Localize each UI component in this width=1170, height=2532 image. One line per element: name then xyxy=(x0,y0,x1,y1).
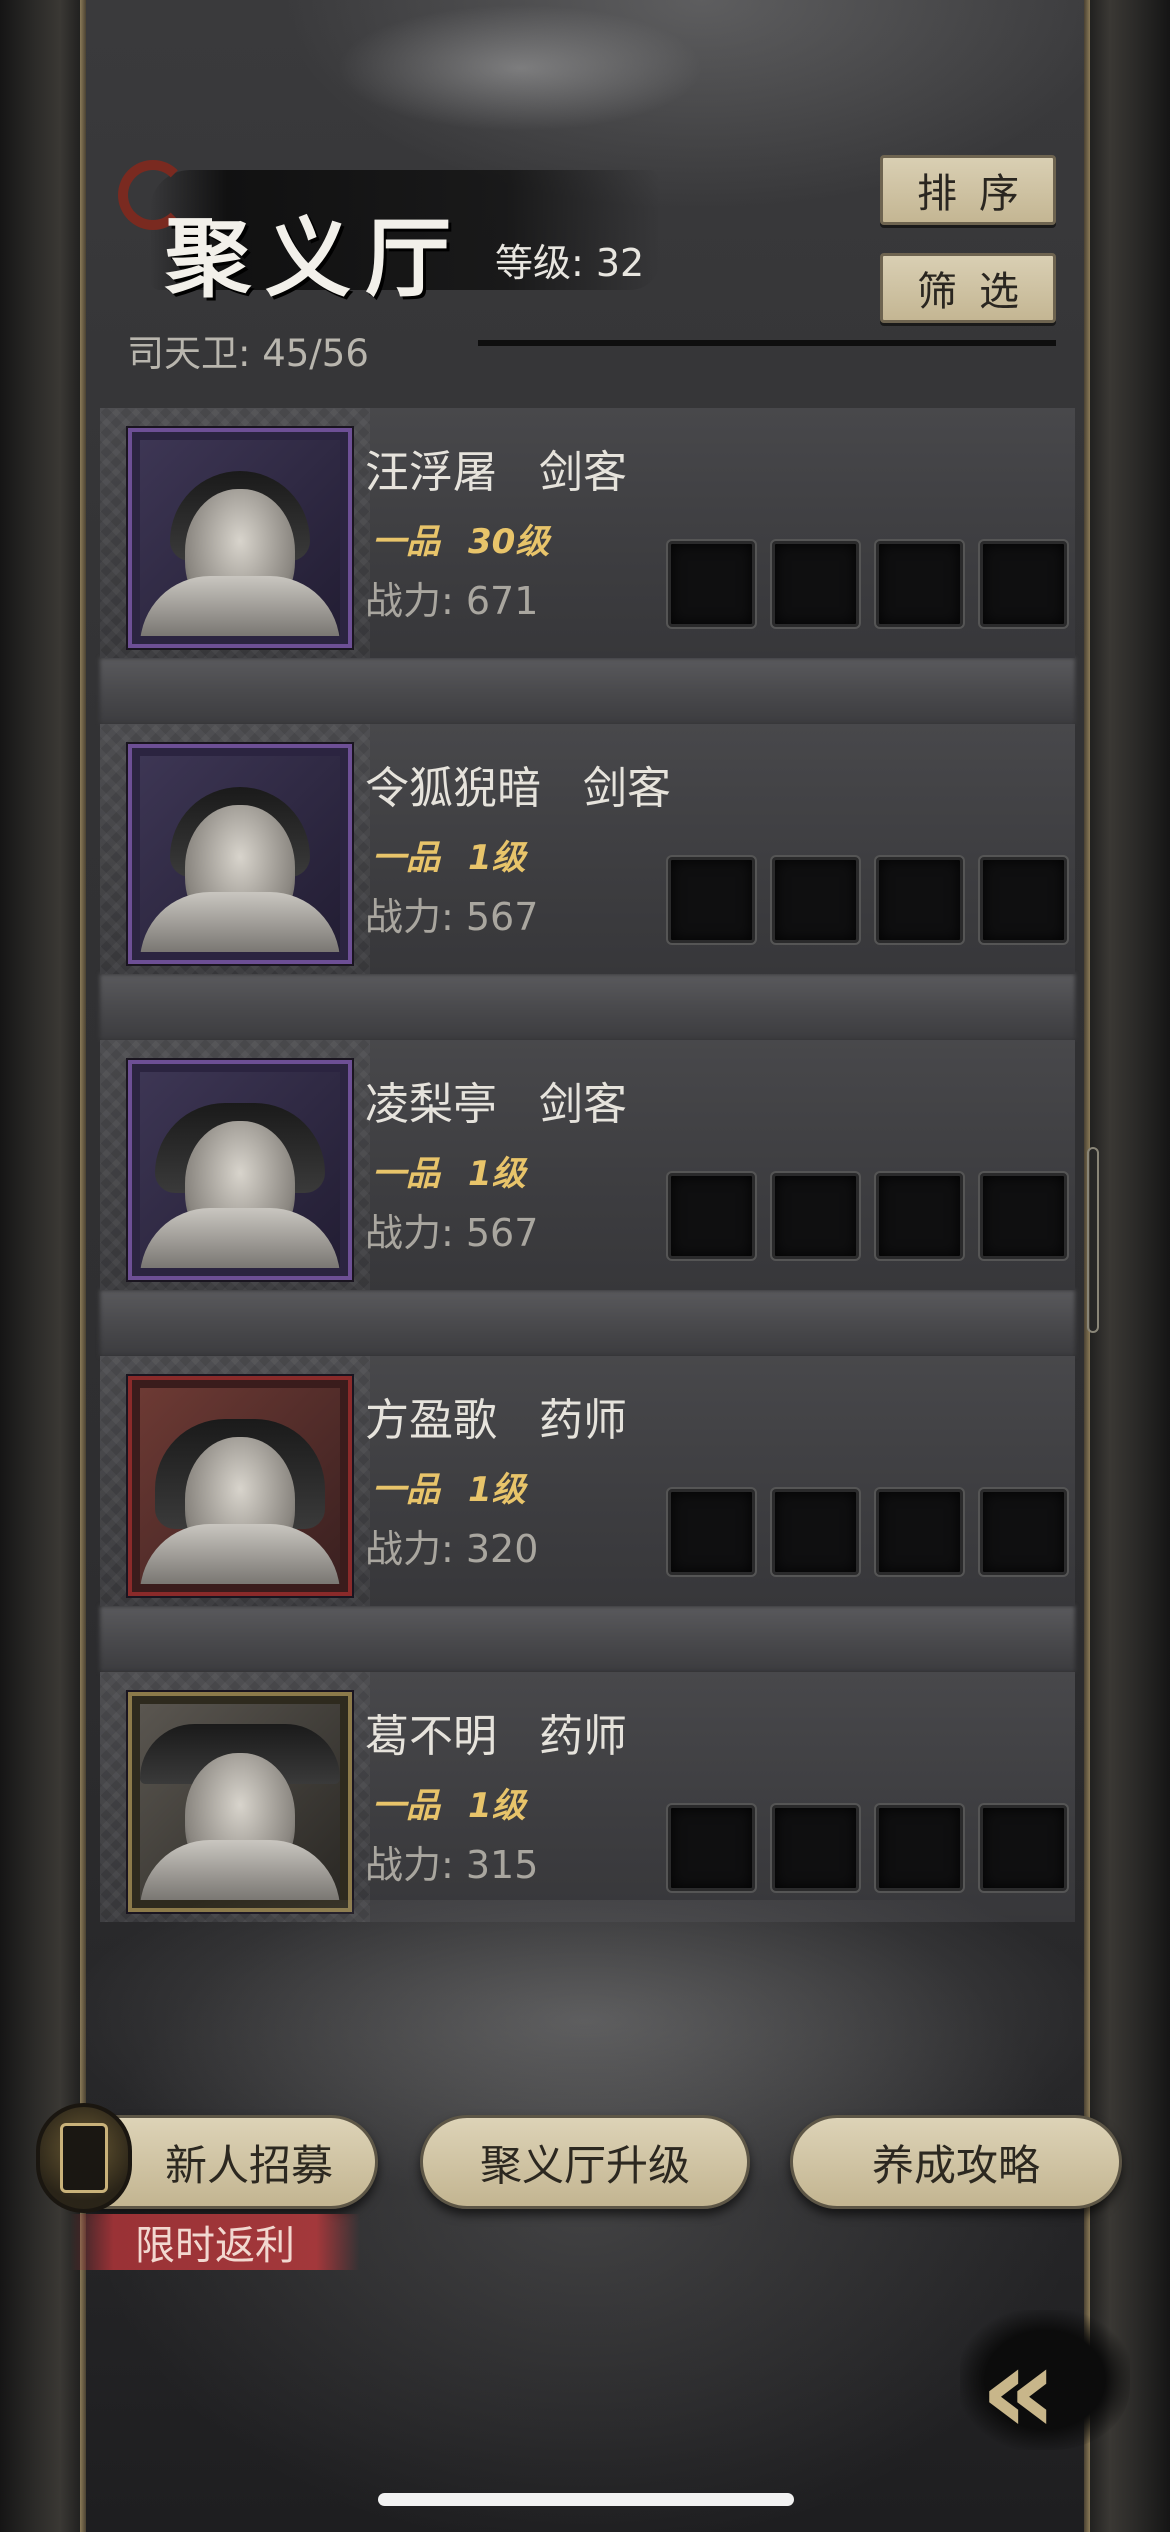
hero-card[interactable]: 令狐猊暗 剑客 一品 1级 战力: 567 xyxy=(100,724,1075,974)
equipment-slots xyxy=(668,1805,1067,1891)
roster-count: 司天卫: 45/56 xyxy=(127,332,369,375)
hero-name: 令狐猊暗 剑客 xyxy=(365,763,671,814)
equipment-slot[interactable] xyxy=(980,1489,1067,1575)
equipment-slots xyxy=(668,1173,1067,1259)
equipment-slot[interactable] xyxy=(980,857,1067,943)
hero-name: 葛不明 药师 xyxy=(365,1711,627,1762)
hero-rank: 一品 1级 xyxy=(372,1470,526,1510)
equipment-slot[interactable] xyxy=(668,857,755,943)
hero-portrait[interactable] xyxy=(128,744,352,964)
equipment-slot[interactable] xyxy=(668,541,755,627)
equipment-slot[interactable] xyxy=(772,1489,859,1575)
hero-power: 战力: 320 xyxy=(365,1527,539,1571)
equipment-slot[interactable] xyxy=(876,1489,963,1575)
back-button[interactable]: « xyxy=(950,2300,1130,2461)
equipment-slot[interactable] xyxy=(980,541,1067,627)
hero-portrait[interactable] xyxy=(128,1376,352,1596)
card-separator xyxy=(100,1290,1075,1356)
equipment-slot[interactable] xyxy=(876,1173,963,1259)
equipment-slot[interactable] xyxy=(980,1805,1067,1891)
header-divider xyxy=(478,340,1056,346)
hero-rank: 一品 1级 xyxy=(372,838,526,878)
card-separator xyxy=(100,658,1075,724)
hero-rank: 一品 1级 xyxy=(372,1786,526,1826)
hero-portrait[interactable] xyxy=(128,1060,352,1280)
list-scrollbar[interactable] xyxy=(1087,1147,1099,1333)
sort-button[interactable]: 排序 xyxy=(880,155,1056,225)
token-plaque-icon[interactable] xyxy=(36,2103,132,2213)
equipment-slot[interactable] xyxy=(772,857,859,943)
training-guide-button[interactable]: 养成攻略 xyxy=(790,2115,1122,2209)
equipment-slot[interactable] xyxy=(772,1173,859,1259)
crane-ink-art xyxy=(240,0,800,170)
card-separator xyxy=(100,974,1075,1040)
hero-power: 战力: 567 xyxy=(365,1211,539,1255)
equipment-slot[interactable] xyxy=(668,1173,755,1259)
hero-portrait[interactable] xyxy=(128,1692,352,1912)
equipment-slot[interactable] xyxy=(668,1805,755,1891)
home-indicator[interactable] xyxy=(378,2493,794,2506)
hero-card[interactable]: 汪浮屠 剑客 一品 30级 战力: 671 xyxy=(100,408,1075,658)
hero-card[interactable]: 凌梨亭 剑客 一品 1级 战力: 567 xyxy=(100,1040,1075,1290)
equipment-slot[interactable] xyxy=(876,1805,963,1891)
hero-name: 凌梨亭 剑客 xyxy=(365,1079,627,1130)
double-chevron-left-icon: « xyxy=(980,2322,1058,2461)
hero-card[interactable]: 葛不明 药师 一品 1级 战力: 315 xyxy=(100,1672,1075,1922)
equipment-slot[interactable] xyxy=(668,1489,755,1575)
card-separator xyxy=(100,1606,1075,1672)
equipment-slots xyxy=(668,1489,1067,1575)
hero-card[interactable]: 方盈歌 药师 一品 1级 战力: 320 xyxy=(100,1356,1075,1606)
hall-level: 等级: 32 xyxy=(495,241,645,285)
hero-power: 战力: 671 xyxy=(365,579,539,623)
equipment-slot[interactable] xyxy=(772,1805,859,1891)
hall-upgrade-button[interactable]: 聚义厅升级 xyxy=(420,2115,750,2209)
hero-portrait[interactable] xyxy=(128,428,352,648)
hero-rank: 一品 30级 xyxy=(372,522,550,562)
equipment-slot[interactable] xyxy=(876,541,963,627)
page-title: 聚义厅 xyxy=(165,208,465,309)
hero-power: 战力: 567 xyxy=(365,895,539,939)
promo-tag[interactable]: 限时返利 xyxy=(70,2214,360,2270)
equipment-slot[interactable] xyxy=(876,857,963,943)
equipment-slot[interactable] xyxy=(980,1173,1067,1259)
equipment-slots xyxy=(668,541,1067,627)
hero-power: 战力: 315 xyxy=(365,1843,539,1887)
hero-rank: 一品 1级 xyxy=(372,1154,526,1194)
equipment-slot[interactable] xyxy=(772,541,859,627)
filter-button[interactable]: 筛选 xyxy=(880,253,1056,323)
hero-name: 方盈歌 药师 xyxy=(365,1395,627,1446)
hero-name: 汪浮屠 剑客 xyxy=(365,447,627,498)
equipment-slots xyxy=(668,857,1067,943)
